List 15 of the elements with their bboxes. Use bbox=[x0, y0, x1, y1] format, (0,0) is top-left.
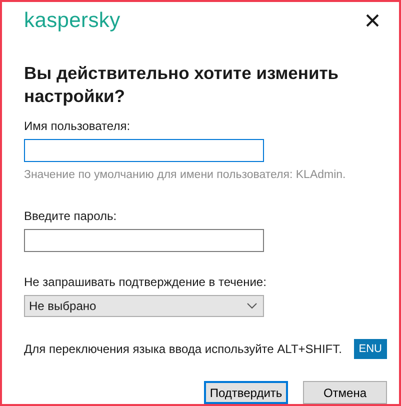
field-label: Введите пароль: bbox=[24, 208, 118, 224]
chevron-icon bbox=[247, 302, 257, 308]
field-label: Не запрашивать подтверждение в течение: bbox=[24, 274, 268, 290]
hint-text: Значение по умолчанию для имени пользователя: KLAdmin. bbox=[24, 168, 347, 184]
username-field[interactable] bbox=[24, 139, 264, 162]
field-label: Имя пользователя: bbox=[24, 118, 132, 136]
cancel-button[interactable]: Отмена bbox=[303, 381, 387, 404]
language-note: Для переключения языка ввода используйте ALT+SHIFT. bbox=[24, 340, 342, 358]
dialog-title: Вы действительно хотите изменить настройки? bbox=[24, 62, 340, 108]
timeout-dropdown[interactable]: Не выбрано bbox=[24, 294, 264, 316]
logo: kaspersky bbox=[24, 8, 120, 34]
close-icon[interactable] bbox=[366, 14, 379, 28]
language-indicator: ENU bbox=[354, 338, 387, 359]
password-field[interactable] bbox=[24, 228, 264, 252]
confirm-button[interactable]: Подтвердить bbox=[204, 381, 288, 404]
